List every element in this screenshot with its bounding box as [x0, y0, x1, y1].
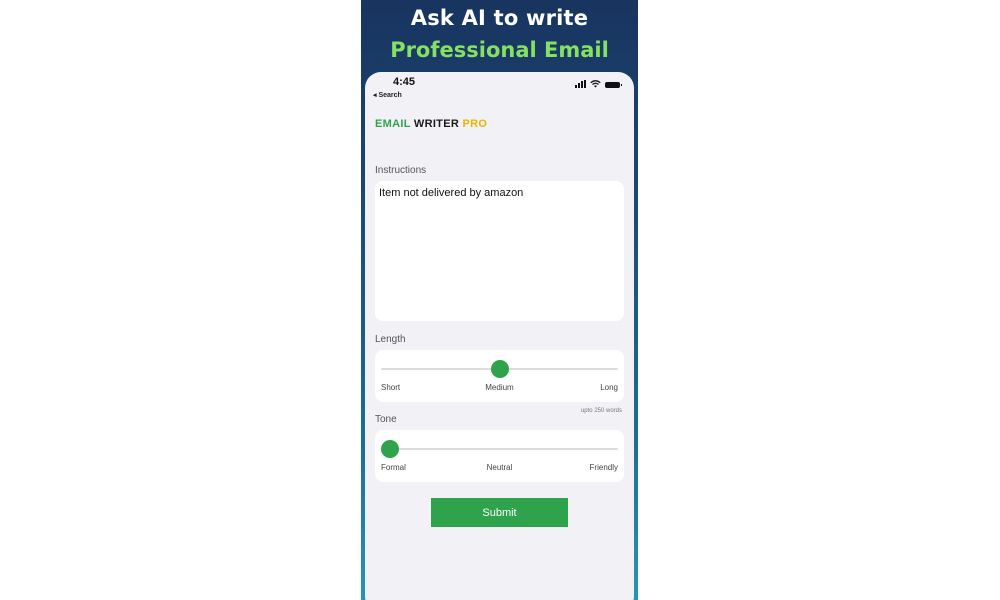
length-hint: upto 250 words [580, 408, 622, 414]
promo-headline-line1: Ask AI to write [410, 6, 589, 30]
length-option-long: Long [600, 383, 618, 392]
length-option-medium: Medium [485, 383, 514, 392]
instructions-textarea[interactable]: Item not delivered by amazon [375, 181, 624, 321]
tone-slider-track[interactable] [381, 448, 618, 450]
length-label: Length [375, 334, 406, 345]
tone-option-friendly: Friendly [589, 463, 618, 472]
status-bar: 4:45 ◂ Search [365, 72, 634, 102]
tone-slider[interactable]: Formal Neutral Friendly [375, 430, 624, 482]
screenshot-canvas: Ask AI to write Professional Email 4:45 … [0, 0, 1000, 600]
app-title: EMAIL WRITER PRO [375, 118, 487, 130]
battery-icon [605, 82, 622, 88]
status-icons [575, 80, 622, 88]
tone-slider-thumb[interactable] [381, 440, 399, 458]
length-slider[interactable]: Short Medium Long [375, 350, 624, 402]
tone-option-neutral: Neutral [486, 463, 513, 472]
status-time: 4:45 [393, 76, 416, 88]
app-title-email: EMAIL [375, 118, 411, 130]
signal-icon [575, 80, 586, 88]
promo-headline-line2: Professional Email [390, 38, 609, 62]
length-slider-thumb[interactable] [490, 360, 509, 378]
instructions-label: Instructions [375, 165, 427, 176]
phone-screen: 4:45 ◂ Search EMAIL WRITER PRO Instructi… [365, 72, 634, 600]
wifi-icon [590, 80, 601, 88]
app-title-writer: WRITER [413, 118, 460, 130]
promo-banner: Ask AI to write Professional Email 4:45 … [361, 0, 638, 600]
submit-button[interactable]: Submit [431, 498, 568, 527]
tone-label: Tone [375, 414, 397, 425]
app-title-pro: PRO [462, 118, 488, 130]
back-to-search-link[interactable]: ◂ Search [373, 91, 402, 99]
